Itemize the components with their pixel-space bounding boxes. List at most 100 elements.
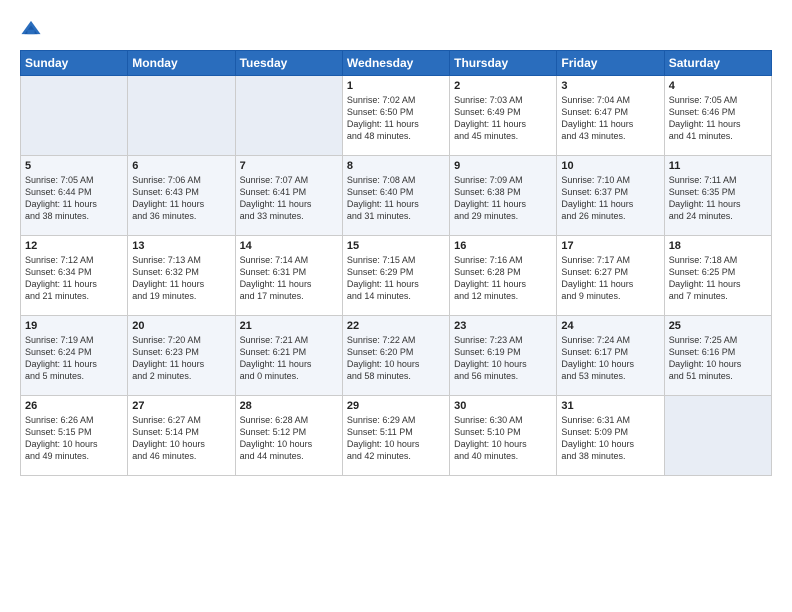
calendar-cell: 3Sunrise: 7:04 AM Sunset: 6:47 PM Daylig… — [557, 76, 664, 156]
calendar-cell: 4 Sunrise: 7:05 AM Sunset: 6:46 PM Daylig… — [664, 76, 771, 156]
day-number: 9 — [454, 160, 552, 172]
day-number: 25 — [669, 320, 767, 332]
calendar-cell: 5Sunrise: 7:05 AM Sunset: 6:44 PM Daylig… — [21, 156, 128, 236]
weekday-row: SundayMondayTuesdayWednesdayThursdayFrid… — [21, 51, 772, 76]
day-number: 22 — [347, 320, 445, 332]
calendar-cell: 2 Sunrise: 7:03 AM Sunset: 6:49 PM Daylig… — [450, 76, 557, 156]
calendar-cell: 24 Sunrise: 7:24 AM Sunset: 6:17 PM Dayli… — [557, 316, 664, 396]
calendar-cell: 26 Sunrise: 6:26 AM Sunset: 5:15 PM Dayli… — [21, 396, 128, 476]
day-number: 2 — [454, 80, 552, 92]
day-number: 17 — [561, 240, 659, 252]
day-number: 4 — [669, 80, 767, 92]
day-info: Sunrise: 7:10 AM Sunset: 6:37 PM Dayligh… — [561, 174, 659, 223]
day-number: 13 — [132, 240, 230, 252]
day-info: Sunrise: 7:16 AM Sunset: 6:28 PM Dayligh… — [454, 254, 552, 303]
day-number: 26 — [25, 400, 123, 412]
calendar: SundayMondayTuesdayWednesdayThursdayFrid… — [20, 50, 772, 476]
weekday-header: Thursday — [450, 51, 557, 76]
day-info: Sunrise: 7:07 AM Sunset: 6:41 PM Dayligh… — [240, 174, 338, 223]
calendar-cell — [664, 396, 771, 476]
day-info: Sunrise: 7:11 AM Sunset: 6:35 PM Dayligh… — [669, 174, 767, 223]
calendar-week: 5Sunrise: 7:05 AM Sunset: 6:44 PM Daylig… — [21, 156, 772, 236]
day-info: Sunrise: 6:30 AM Sunset: 5:10 PM Dayligh… — [454, 414, 552, 463]
day-number: 29 — [347, 400, 445, 412]
day-number: 14 — [240, 240, 338, 252]
calendar-cell: 12 Sunrise: 7:12 AM Sunset: 6:34 PM Dayli… — [21, 236, 128, 316]
weekday-header: Monday — [128, 51, 235, 76]
calendar-header: SundayMondayTuesdayWednesdayThursdayFrid… — [21, 51, 772, 76]
calendar-body: 1 Sunrise: 7:02 AM Sunset: 6:50 PM Daylig… — [21, 76, 772, 476]
day-info: Sunrise: 6:29 AM Sunset: 5:11 PM Dayligh… — [347, 414, 445, 463]
calendar-cell: 17 Sunrise: 7:17 AM Sunset: 6:27 PM Dayli… — [557, 236, 664, 316]
calendar-cell: 6 Sunrise: 7:06 AM Sunset: 6:43 PM Daylig… — [128, 156, 235, 236]
calendar-cell: 30 Sunrise: 6:30 AM Sunset: 5:10 PM Dayli… — [450, 396, 557, 476]
calendar-cell: 31Sunrise: 6:31 AM Sunset: 5:09 PM Dayli… — [557, 396, 664, 476]
day-number: 10 — [561, 160, 659, 172]
day-info: Sunrise: 7:24 AM Sunset: 6:17 PM Dayligh… — [561, 334, 659, 383]
day-info: Sunrise: 7:15 AM Sunset: 6:29 PM Dayligh… — [347, 254, 445, 303]
day-number: 1 — [347, 80, 445, 92]
logo — [20, 18, 46, 40]
day-info: Sunrise: 7:12 AM Sunset: 6:34 PM Dayligh… — [25, 254, 123, 303]
calendar-cell: 28 Sunrise: 6:28 AM Sunset: 5:12 PM Dayli… — [235, 396, 342, 476]
calendar-cell: 10 Sunrise: 7:10 AM Sunset: 6:37 PM Dayli… — [557, 156, 664, 236]
calendar-cell: 21Sunrise: 7:21 AM Sunset: 6:21 PM Dayli… — [235, 316, 342, 396]
weekday-header: Wednesday — [342, 51, 449, 76]
day-number: 27 — [132, 400, 230, 412]
day-number: 8 — [347, 160, 445, 172]
day-number: 18 — [669, 240, 767, 252]
calendar-week: 1 Sunrise: 7:02 AM Sunset: 6:50 PM Daylig… — [21, 76, 772, 156]
calendar-cell: 20 Sunrise: 7:20 AM Sunset: 6:23 PM Dayli… — [128, 316, 235, 396]
calendar-cell: 16 Sunrise: 7:16 AM Sunset: 6:28 PM Dayli… — [450, 236, 557, 316]
calendar-cell: 22 Sunrise: 7:22 AM Sunset: 6:20 PM Dayli… — [342, 316, 449, 396]
calendar-cell: 23 Sunrise: 7:23 AM Sunset: 6:19 PM Dayli… — [450, 316, 557, 396]
day-info: Sunrise: 7:02 AM Sunset: 6:50 PM Dayligh… — [347, 94, 445, 143]
day-number: 30 — [454, 400, 552, 412]
day-info: Sunrise: 6:31 AM Sunset: 5:09 PM Dayligh… — [561, 414, 659, 463]
calendar-cell — [21, 76, 128, 156]
day-number: 7 — [240, 160, 338, 172]
calendar-cell — [235, 76, 342, 156]
day-number: 12 — [25, 240, 123, 252]
weekday-header: Saturday — [664, 51, 771, 76]
calendar-cell: 15 Sunrise: 7:15 AM Sunset: 6:29 PM Dayli… — [342, 236, 449, 316]
day-number: 28 — [240, 400, 338, 412]
header — [20, 18, 772, 40]
day-info: Sunrise: 7:17 AM Sunset: 6:27 PM Dayligh… — [561, 254, 659, 303]
calendar-cell: 14Sunrise: 7:14 AM Sunset: 6:31 PM Dayli… — [235, 236, 342, 316]
weekday-header: Tuesday — [235, 51, 342, 76]
calendar-cell: 27 Sunrise: 6:27 AM Sunset: 5:14 PM Dayli… — [128, 396, 235, 476]
day-info: Sunrise: 7:05 AM Sunset: 6:46 PM Dayligh… — [669, 94, 767, 143]
day-info: Sunrise: 7:18 AM Sunset: 6:25 PM Dayligh… — [669, 254, 767, 303]
day-info: Sunrise: 7:08 AM Sunset: 6:40 PM Dayligh… — [347, 174, 445, 223]
calendar-cell: 7 Sunrise: 7:07 AM Sunset: 6:41 PM Daylig… — [235, 156, 342, 236]
day-info: Sunrise: 7:23 AM Sunset: 6:19 PM Dayligh… — [454, 334, 552, 383]
day-number: 11 — [669, 160, 767, 172]
day-number: 23 — [454, 320, 552, 332]
calendar-cell: 9 Sunrise: 7:09 AM Sunset: 6:38 PM Daylig… — [450, 156, 557, 236]
day-info: Sunrise: 7:09 AM Sunset: 6:38 PM Dayligh… — [454, 174, 552, 223]
logo-icon — [20, 18, 42, 40]
day-info: Sunrise: 6:26 AM Sunset: 5:15 PM Dayligh… — [25, 414, 123, 463]
day-number: 16 — [454, 240, 552, 252]
day-info: Sunrise: 7:22 AM Sunset: 6:20 PM Dayligh… — [347, 334, 445, 383]
day-info: Sunrise: 7:06 AM Sunset: 6:43 PM Dayligh… — [132, 174, 230, 223]
calendar-cell: 11 Sunrise: 7:11 AM Sunset: 6:35 PM Dayli… — [664, 156, 771, 236]
day-info: Sunrise: 7:03 AM Sunset: 6:49 PM Dayligh… — [454, 94, 552, 143]
day-number: 15 — [347, 240, 445, 252]
day-number: 6 — [132, 160, 230, 172]
calendar-cell: 29 Sunrise: 6:29 AM Sunset: 5:11 PM Dayli… — [342, 396, 449, 476]
day-info: Sunrise: 7:20 AM Sunset: 6:23 PM Dayligh… — [132, 334, 230, 383]
calendar-week: 19Sunrise: 7:19 AM Sunset: 6:24 PM Dayli… — [21, 316, 772, 396]
calendar-cell: 25Sunrise: 7:25 AM Sunset: 6:16 PM Dayli… — [664, 316, 771, 396]
day-info: Sunrise: 7:04 AM Sunset: 6:47 PM Dayligh… — [561, 94, 659, 143]
day-number: 24 — [561, 320, 659, 332]
day-info: Sunrise: 7:05 AM Sunset: 6:44 PM Dayligh… — [25, 174, 123, 223]
calendar-cell — [128, 76, 235, 156]
calendar-cell: 13Sunrise: 7:13 AM Sunset: 6:32 PM Dayli… — [128, 236, 235, 316]
day-info: Sunrise: 6:27 AM Sunset: 5:14 PM Dayligh… — [132, 414, 230, 463]
calendar-cell: 8 Sunrise: 7:08 AM Sunset: 6:40 PM Daylig… — [342, 156, 449, 236]
day-info: Sunrise: 6:28 AM Sunset: 5:12 PM Dayligh… — [240, 414, 338, 463]
day-number: 19 — [25, 320, 123, 332]
day-number: 20 — [132, 320, 230, 332]
